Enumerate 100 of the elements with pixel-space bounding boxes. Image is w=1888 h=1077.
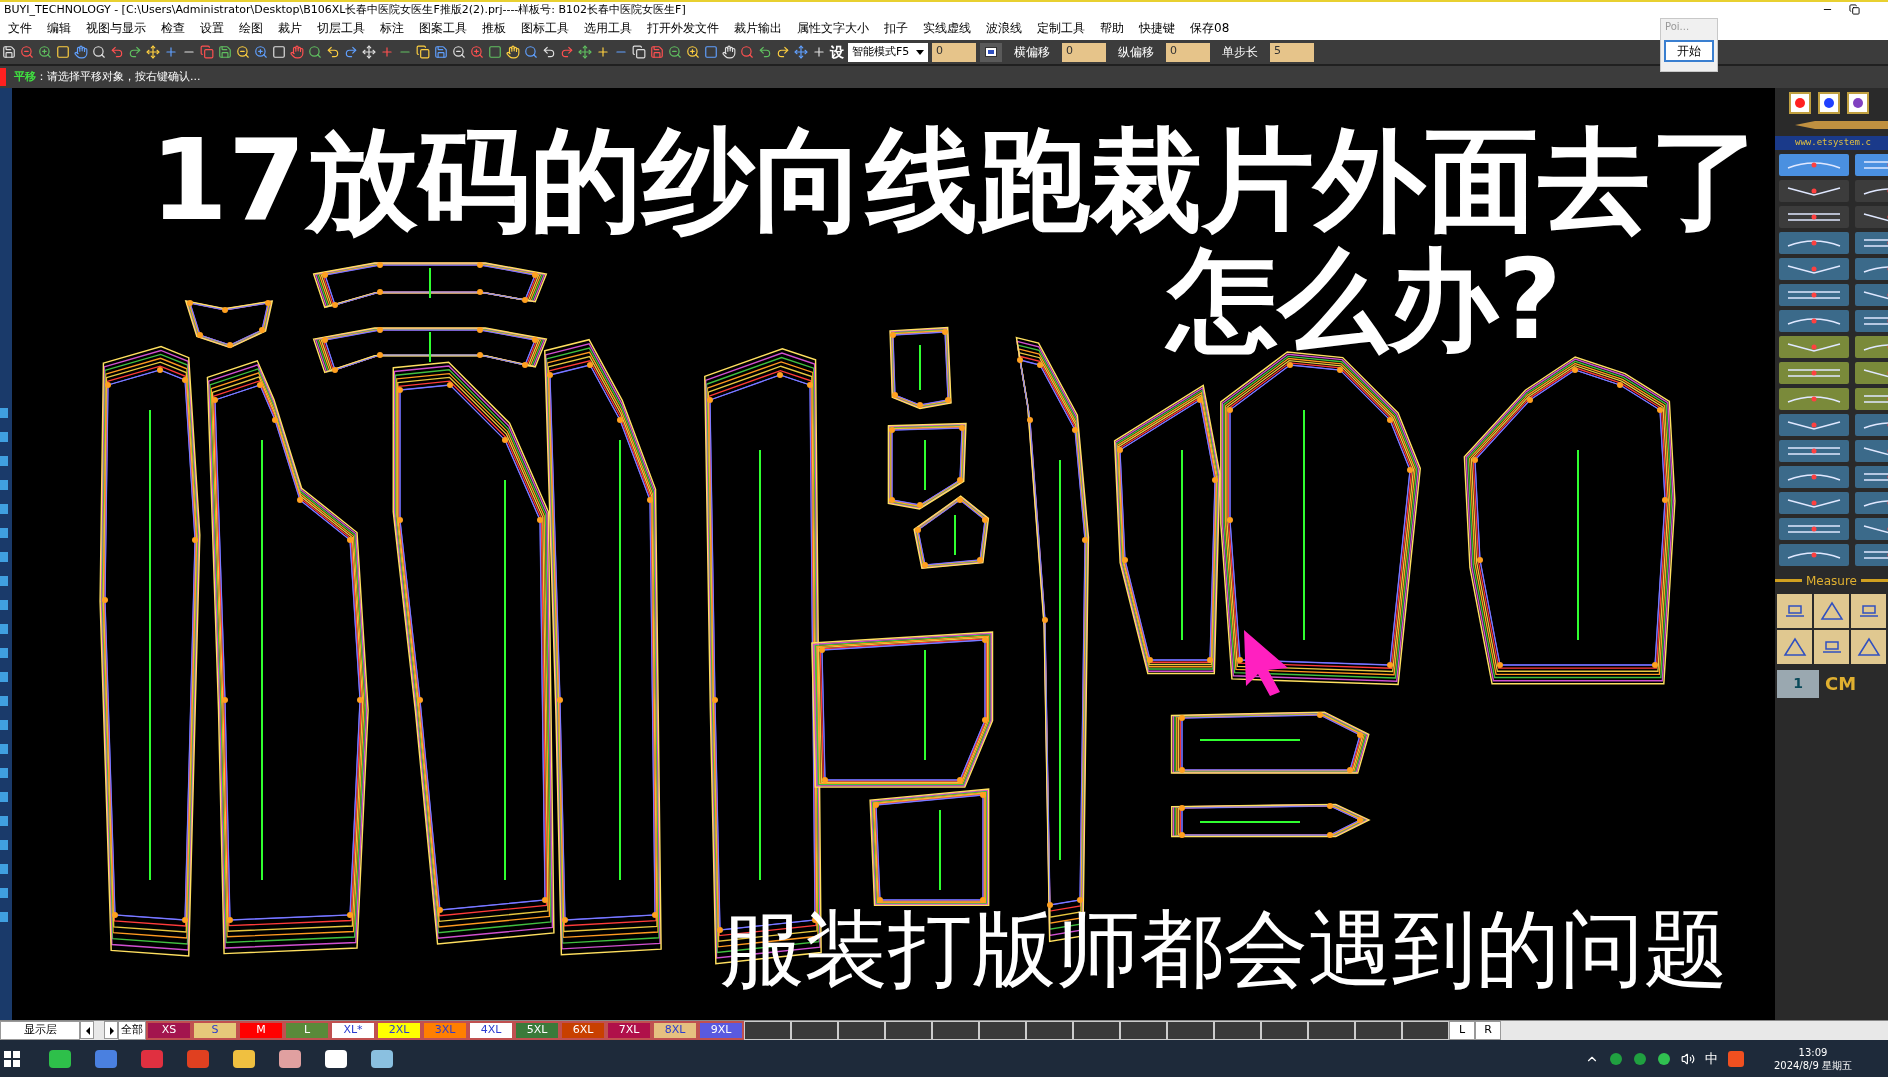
tool-icon[interactable] — [416, 45, 430, 59]
tool-icon[interactable] — [290, 45, 304, 59]
tool-icon[interactable] — [344, 45, 358, 59]
tool-icon[interactable] — [470, 45, 484, 59]
menu-item[interactable]: 快捷键 — [1139, 19, 1175, 37]
menu-item[interactable]: 保存08 — [1190, 19, 1230, 37]
tool-icon[interactable] — [434, 45, 448, 59]
toggle-button[interactable] — [980, 42, 1002, 62]
tool-icon[interactable] — [74, 45, 88, 59]
value-field[interactable]: 0 — [932, 42, 976, 62]
tool-icon[interactable] — [722, 45, 736, 59]
tool-icon[interactable] — [632, 45, 646, 59]
mode-dropdown[interactable]: 智能模式F5 — [848, 42, 928, 62]
menu-item[interactable]: 裁片 — [278, 19, 302, 37]
tool-tile[interactable] — [1779, 257, 1849, 280]
menu-item[interactable]: 切层工具 — [317, 19, 365, 37]
size-layer[interactable]: L — [284, 1021, 330, 1040]
input-field[interactable]: 5 — [1270, 42, 1314, 62]
tool-icon[interactable] — [308, 45, 322, 59]
menu-item[interactable]: 图案工具 — [419, 19, 467, 37]
menu-item[interactable]: 扣子 — [884, 19, 908, 37]
tool-icon[interactable] — [218, 45, 232, 59]
scroll-left-icon[interactable] — [80, 1021, 94, 1039]
menu-item[interactable]: 推板 — [482, 19, 506, 37]
tool-icon[interactable] — [560, 45, 574, 59]
tool-icon[interactable] — [326, 45, 340, 59]
menu-item[interactable]: 设置 — [200, 19, 224, 37]
size-layer[interactable]: 4XL — [468, 1021, 514, 1040]
tool-tile[interactable] — [1779, 361, 1849, 384]
size-layer[interactable]: S — [192, 1021, 238, 1040]
size-layer[interactable]: 5XL — [514, 1021, 560, 1040]
tool-tile[interactable] — [1779, 387, 1849, 410]
tool-icon[interactable] — [506, 45, 520, 59]
menu-item[interactable]: 编辑 — [47, 19, 71, 37]
tool-tile[interactable] — [1779, 283, 1849, 306]
menu-item[interactable]: 实线虚线 — [923, 19, 971, 37]
menu-item[interactable]: 帮助 — [1100, 19, 1124, 37]
tool-icon[interactable] — [776, 45, 790, 59]
menu-item[interactable]: 裁片输出 — [734, 19, 782, 37]
tool-icon[interactable] — [1789, 92, 1811, 114]
tool-tile[interactable] — [1779, 335, 1849, 358]
tool-icon[interactable] — [254, 45, 268, 59]
tool-icon[interactable] — [668, 45, 682, 59]
tool-tile[interactable] — [1779, 309, 1849, 332]
volume-icon[interactable] — [1680, 1051, 1695, 1066]
tray-icon[interactable] — [1608, 1051, 1623, 1066]
tool-icon[interactable] — [758, 45, 772, 59]
tool-tile[interactable] — [1779, 543, 1849, 566]
tool-tile[interactable] — [1779, 205, 1849, 228]
measure-tile[interactable] — [1814, 593, 1849, 628]
tool-icon[interactable] — [38, 45, 52, 59]
size-layer[interactable]: 9XL — [698, 1021, 744, 1040]
tool-tile[interactable] — [1779, 465, 1849, 488]
start-button[interactable]: 开始 — [1664, 40, 1714, 62]
tool-icon[interactable] — [1818, 92, 1840, 114]
tool-icon[interactable] — [488, 45, 502, 59]
side-button[interactable]: L — [1449, 1021, 1475, 1040]
menu-item[interactable]: 图标工具 — [521, 19, 569, 37]
clock[interactable]: 13:09 2024/8/9 星期五 — [1773, 1045, 1852, 1072]
tool-icon[interactable] — [812, 45, 826, 59]
tool-icon[interactable] — [236, 45, 250, 59]
tool-icon[interactable] — [578, 45, 592, 59]
tool-icon[interactable] — [542, 45, 556, 59]
tool-icon[interactable] — [452, 45, 466, 59]
tool-icon[interactable] — [794, 45, 808, 59]
size-layer[interactable]: XS — [146, 1021, 192, 1040]
windows-icon[interactable] — [4, 1050, 20, 1067]
tool-icon[interactable] — [110, 45, 124, 59]
tool-icon[interactable] — [1847, 92, 1869, 114]
tool-icon[interactable] — [704, 45, 718, 59]
tool-tile[interactable] — [1779, 231, 1849, 254]
settings-glyph[interactable]: 设 — [830, 41, 844, 63]
size-layer[interactable]: M — [238, 1021, 284, 1040]
tool-tile[interactable] — [1779, 491, 1849, 514]
tool-tile[interactable] — [1779, 439, 1849, 462]
tool-tile[interactable] — [1779, 517, 1849, 540]
menu-item[interactable]: 标注 — [380, 19, 404, 37]
menu-item[interactable]: 检查 — [161, 19, 185, 37]
tool-tile[interactable] — [1779, 179, 1849, 202]
menu-item[interactable]: 属性文字大小 — [797, 19, 869, 37]
input-field[interactable]: 0 — [1166, 42, 1210, 62]
tool-icon[interactable] — [650, 45, 664, 59]
tool-icon[interactable] — [524, 45, 538, 59]
page-button[interactable]: 1 — [1777, 669, 1819, 698]
tool-icon[interactable] — [200, 45, 214, 59]
ime-indicator[interactable]: 中 — [1704, 1048, 1718, 1069]
size-layer[interactable]: XL* — [330, 1021, 376, 1040]
tool-icon[interactable] — [686, 45, 700, 59]
menu-item[interactable]: 文件 — [8, 19, 32, 37]
menu-item[interactable]: 选用工具 — [584, 19, 632, 37]
tray-icon[interactable] — [1632, 1051, 1647, 1066]
restore-icon[interactable] — [1849, 3, 1860, 15]
input-method-icon[interactable] — [1727, 1050, 1744, 1067]
input-field[interactable]: 0 — [1062, 42, 1106, 62]
measure-tile[interactable] — [1777, 629, 1812, 664]
measure-tile[interactable] — [1777, 593, 1812, 628]
all-layers-button[interactable]: 全部 — [118, 1021, 146, 1040]
menu-item[interactable]: 绘图 — [239, 19, 263, 37]
tool-icon[interactable] — [362, 45, 376, 59]
tool-icon[interactable] — [146, 45, 160, 59]
